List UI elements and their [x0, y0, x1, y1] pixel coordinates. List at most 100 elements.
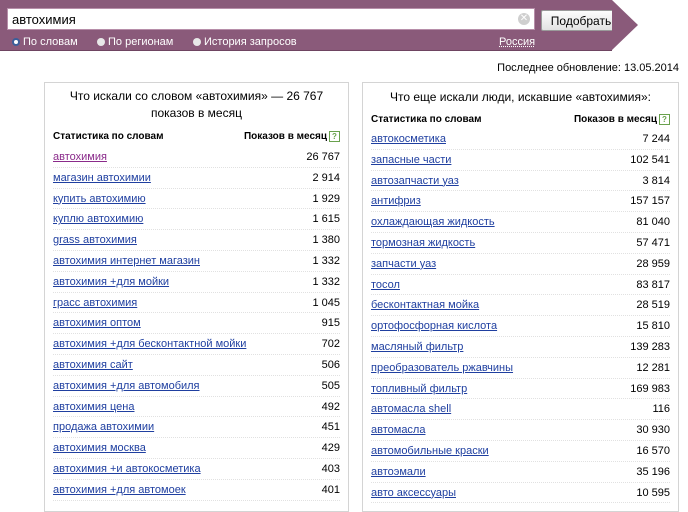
keyword-link[interactable]: автомасла shell [371, 403, 451, 415]
impressions-count: 157 157 [630, 195, 670, 208]
keyword-link[interactable]: автомасла [371, 424, 425, 436]
table-row: охлаждающая жидкость 81 040 [371, 212, 670, 233]
table-row: автохимия +и автокосметика 403 [53, 459, 340, 480]
keyword-link[interactable]: автохимия цена [53, 401, 134, 413]
keyword-link[interactable]: автохимия москва [53, 442, 146, 454]
keyword-link[interactable]: автохимия +для автомоек [53, 484, 186, 496]
table-row: преобразователь ржавчины 12 281 [371, 358, 670, 379]
table-row: автохимия сайт 506 [53, 355, 340, 376]
impressions-count: 2 914 [312, 171, 340, 184]
impressions-count: 28 959 [636, 257, 670, 270]
help-icon[interactable]: ? [659, 114, 670, 125]
impressions-count: 16 570 [636, 444, 670, 457]
table-row: автохимия +для автомобиля 505 [53, 376, 340, 397]
mode-by-regions[interactable]: По регионам [97, 35, 173, 49]
column-keyword-header: Статистика по словам [53, 131, 164, 142]
keyword-link[interactable]: автоэмали [371, 466, 426, 478]
impressions-count: 505 [321, 379, 340, 392]
keyword-link[interactable]: автохимия +и автокосметика [53, 463, 201, 475]
column-header: Статистика по словам Показов в месяц? [53, 131, 340, 145]
mode-history[interactable]: История запросов [193, 35, 297, 49]
table-row: масляный фильтр 139 283 [371, 337, 670, 358]
keyword-link[interactable]: ортофосфорная кислота [371, 320, 497, 332]
keyword-link[interactable]: преобразователь ржавчины [371, 362, 513, 374]
keyword-link[interactable]: автохимия +для автомобиля [53, 380, 200, 392]
impressions-count: 1 929 [312, 192, 340, 205]
keyword-link[interactable]: охлаждающая жидкость [371, 216, 495, 228]
keyword-link[interactable]: автокосметика [371, 133, 446, 145]
region-selector[interactable]: Россия [499, 35, 535, 49]
table-row: автохимия 26 767 [53, 147, 340, 168]
impressions-count: 3 814 [642, 174, 670, 187]
keyword-link[interactable]: купить автохимию [53, 193, 146, 205]
keyword-link[interactable]: тормозная жидкость [371, 237, 475, 249]
table-row: антифриз 157 157 [371, 191, 670, 213]
table-row: ортофосфорная кислота 15 810 [371, 316, 670, 337]
keyword-link[interactable]: автохимия интернет магазин [53, 255, 200, 267]
table-row: автомасла 30 930 [371, 420, 670, 441]
table-row: продажа автохимии 451 [53, 417, 340, 439]
keyword-link[interactable]: грасс автохимия [53, 297, 137, 309]
impressions-count: 429 [321, 442, 340, 455]
column-count-label: Показов в месяц [573, 114, 657, 125]
keyword-link[interactable]: автохимия +для мойки [53, 276, 169, 288]
table-row: автокосметика 7 244 [371, 129, 670, 150]
radio-icon[interactable] [97, 38, 105, 46]
keyword-link[interactable]: запасные части [371, 154, 451, 166]
table-row: автохимия интернет магазин 1 332 [53, 251, 340, 272]
keyword-link[interactable]: продажа автохимии [53, 421, 154, 433]
table-row: автомасла shell 116 [371, 399, 670, 421]
keyword-link[interactable]: куплю автохимию [53, 213, 143, 225]
impressions-count: 1 615 [312, 213, 340, 226]
impressions-count: 15 810 [636, 320, 670, 333]
table-row: автоэмали 35 196 [371, 462, 670, 483]
table-row: купить автохимию 1 929 [53, 189, 340, 210]
keyword-link[interactable]: запчасти уаз [371, 258, 436, 270]
mode-by-words[interactable]: По словам [12, 35, 78, 49]
keyword-link[interactable]: автозапчасти уаз [371, 175, 459, 187]
help-icon[interactable]: ? [329, 131, 340, 142]
clear-icon[interactable]: ✕ [518, 13, 530, 25]
last-updated: Последнее обновление: 13.05.2014 [497, 62, 679, 74]
table-row: автохимия +для мойки 1 332 [53, 272, 340, 293]
impressions-count: 1 332 [312, 275, 340, 288]
search-box: ✕ [7, 8, 535, 30]
mode-by-regions-label: По регионам [108, 36, 174, 48]
panel-title: Что еще искали люди, искавшие «автохимия… [390, 90, 651, 104]
keyword-link[interactable]: тосол [371, 279, 400, 291]
table-row: grass автохимия 1 380 [53, 230, 340, 251]
table-row: тосол 83 817 [371, 275, 670, 296]
keyword-link[interactable]: антифриз [371, 195, 421, 207]
table-row: автохимия цена 492 [53, 397, 340, 418]
impressions-count: 1 045 [312, 296, 340, 309]
impressions-count: 26 767 [306, 151, 340, 163]
column-header: Статистика по словам Показов в месяц? [371, 114, 670, 128]
keyword-link[interactable]: grass автохимия [53, 234, 137, 246]
impressions-count: 169 983 [630, 382, 670, 395]
table-row: авто аксессуары 10 595 [371, 483, 670, 504]
search-input[interactable] [8, 9, 516, 29]
keyword-link[interactable]: масляный фильтр [371, 341, 463, 353]
mode-history-label: История запросов [204, 36, 297, 48]
impressions-count: 10 595 [636, 486, 670, 499]
impressions-count: 492 [321, 400, 340, 413]
table-row: грасс автохимия 1 045 [53, 293, 340, 314]
impressions-count: 35 196 [636, 465, 670, 478]
band-arrow [612, 0, 638, 50]
radio-selected-icon[interactable] [12, 38, 20, 46]
keyword-stats-panel: Что искали со словом «автохимия» — 26 76… [44, 82, 349, 512]
keyword-link[interactable]: бесконтактная мойка [371, 299, 479, 311]
keyword-link[interactable]: автохимия [53, 151, 107, 163]
table-row: автохимия оптом 915 [53, 313, 340, 335]
table-row: автозапчасти уаз 3 814 [371, 171, 670, 192]
impressions-count: 116 [652, 403, 670, 416]
keyword-link[interactable]: топливный фильтр [371, 383, 467, 395]
keyword-link[interactable]: автохимия +для бесконтактной мойки [53, 338, 246, 350]
radio-icon[interactable] [193, 38, 201, 46]
keyword-link[interactable]: автохимия оптом [53, 317, 141, 329]
keyword-link[interactable]: автохимия сайт [53, 359, 133, 371]
keyword-link[interactable]: авто аксессуары [371, 487, 456, 499]
submit-button[interactable]: Подобрать [541, 10, 621, 31]
keyword-link[interactable]: автомобильные краски [371, 445, 489, 457]
keyword-link[interactable]: магазин автохимии [53, 172, 151, 184]
